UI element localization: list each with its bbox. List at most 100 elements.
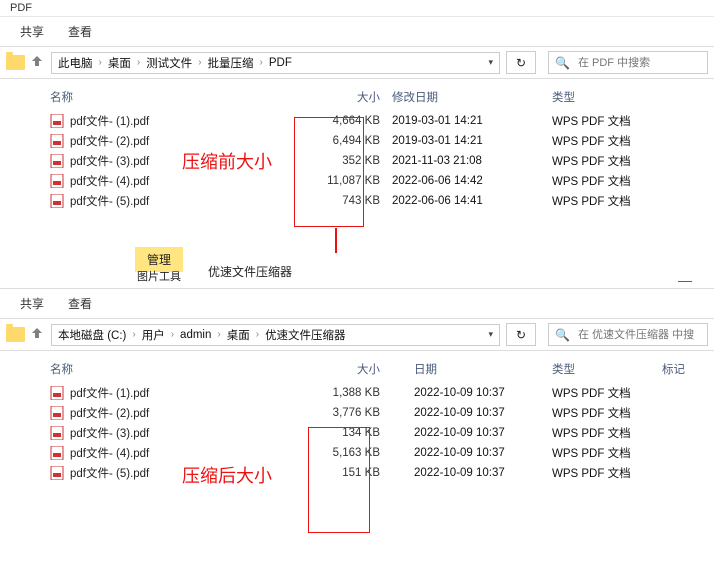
refresh-button[interactable]: ↻ <box>506 51 536 74</box>
breadcrumb-seg[interactable]: PDF <box>269 57 292 69</box>
col-type[interactable]: 类型 <box>552 89 662 105</box>
col-type[interactable]: 类型 <box>552 361 662 377</box>
breadcrumb-seg[interactable]: 桌面 <box>227 327 250 343</box>
search-icon: 🔍 <box>555 56 570 70</box>
file-list-after: 名称 大小 日期 类型 标记 pdf文件- (1).pdf 1,388 KB 2… <box>0 351 714 483</box>
breadcrumb[interactable]: 本地磁盘 (C:)› 用户› admin› 桌面› 优速文件压缩器 ▾ <box>51 324 500 346</box>
file-name: pdf文件- (4).pdf <box>70 445 149 461</box>
search-input[interactable] <box>576 328 714 342</box>
pdf-file-icon <box>50 194 64 208</box>
col-tag[interactable]: 标记 <box>662 361 712 377</box>
file-name: pdf文件- (5).pdf <box>70 465 149 481</box>
table-row[interactable]: pdf文件- (4).pdf 5,163 KB 2022-10-09 10:37… <box>50 443 714 463</box>
file-type: WPS PDF 文档 <box>552 173 662 189</box>
table-row[interactable]: pdf文件- (5).pdf 151 KB 2022-10-09 10:37 W… <box>50 463 714 483</box>
search-box[interactable]: 🔍 <box>548 51 708 74</box>
menu-share[interactable]: 共享 <box>20 23 44 40</box>
table-row[interactable]: pdf文件- (2).pdf 3,776 KB 2022-10-09 10:37… <box>50 403 714 423</box>
file-size: 11,087 KB <box>298 175 392 187</box>
file-explorer-window-after: 管理 图片工具 优速文件压缩器 — 共享 查看 本地磁盘 (C:)› 用户› a… <box>0 253 714 483</box>
chevron-down-icon[interactable]: ▾ <box>488 57 493 68</box>
table-row[interactable]: pdf文件- (3).pdf 352 KB 2021-11-03 21:08 W… <box>50 151 714 171</box>
pdf-file-icon <box>50 174 64 188</box>
file-type: WPS PDF 文档 <box>552 425 662 441</box>
refresh-button[interactable]: ↻ <box>506 323 536 346</box>
menu-view[interactable]: 查看 <box>68 23 92 40</box>
file-date: 2022-06-06 14:42 <box>392 175 552 187</box>
file-type: WPS PDF 文档 <box>552 385 662 401</box>
table-row[interactable]: pdf文件- (5).pdf 743 KB 2022-06-06 14:41 W… <box>50 191 714 211</box>
up-arrow-icon[interactable] <box>29 53 45 72</box>
table-row[interactable]: pdf文件- (3).pdf 134 KB 2022-10-09 10:37 W… <box>50 423 714 443</box>
file-size: 151 KB <box>298 467 392 479</box>
table-row[interactable]: pdf文件- (4).pdf 11,087 KB 2022-06-06 14:4… <box>50 171 714 191</box>
breadcrumb-seg[interactable]: 优速文件压缩器 <box>265 327 346 343</box>
window-title: 优速文件压缩器 <box>198 257 292 288</box>
file-type: WPS PDF 文档 <box>552 133 662 149</box>
file-size: 352 KB <box>298 155 392 167</box>
breadcrumb[interactable]: 此电脑› 桌面› 测试文件› 批量压缩› PDF ▾ <box>51 52 500 74</box>
file-date: 2019-03-01 14:21 <box>392 135 552 147</box>
col-date[interactable]: 修改日期 <box>392 89 552 105</box>
menu-bar: 共享 查看 <box>0 289 714 319</box>
col-size[interactable]: 大小 <box>298 361 392 377</box>
file-type: WPS PDF 文档 <box>552 193 662 209</box>
breadcrumb-seg[interactable]: 测试文件 <box>146 55 192 71</box>
file-type: WPS PDF 文档 <box>552 465 662 481</box>
file-type: WPS PDF 文档 <box>552 405 662 421</box>
column-headers: 名称 大小 日期 类型 标记 <box>0 355 714 383</box>
pdf-file-icon <box>50 114 64 128</box>
file-name: pdf文件- (3).pdf <box>70 425 149 441</box>
breadcrumb-seg[interactable]: 用户 <box>142 327 165 343</box>
breadcrumb-seg[interactable]: 此电脑 <box>58 55 93 71</box>
file-list-before: 名称 大小 修改日期 类型 pdf文件- (1).pdf 4,664 KB 20… <box>0 79 714 211</box>
file-size: 3,776 KB <box>298 407 392 419</box>
pdf-file-icon <box>50 154 64 168</box>
file-date: 2022-10-09 10:37 <box>392 387 552 399</box>
col-name[interactable]: 名称 <box>50 89 298 105</box>
breadcrumb-seg[interactable]: 批量压缩 <box>208 55 254 71</box>
file-date: 2022-10-09 10:37 <box>392 427 552 439</box>
file-name: pdf文件- (1).pdf <box>70 113 149 129</box>
search-box[interactable]: 🔍 <box>548 323 708 346</box>
file-date: 2022-06-06 14:41 <box>392 195 552 207</box>
up-arrow-icon[interactable] <box>29 325 45 344</box>
file-name: pdf文件- (4).pdf <box>70 173 149 189</box>
tab-pic-tools[interactable]: 图片工具 <box>137 266 181 288</box>
minimize-icon[interactable]: — <box>678 272 692 288</box>
refresh-icon: ↻ <box>516 56 526 70</box>
refresh-icon: ↻ <box>516 328 526 342</box>
column-headers: 名称 大小 修改日期 类型 <box>0 83 714 111</box>
pdf-file-icon <box>50 386 64 400</box>
file-name: pdf文件- (5).pdf <box>70 193 149 209</box>
breadcrumb-seg[interactable]: 桌面 <box>108 55 131 71</box>
col-size[interactable]: 大小 <box>298 89 392 105</box>
file-size: 743 KB <box>298 195 392 207</box>
chevron-down-icon[interactable]: ▾ <box>488 329 493 340</box>
breadcrumb-seg[interactable]: admin <box>180 329 211 341</box>
file-size: 134 KB <box>298 427 392 439</box>
file-explorer-window-before: PDF 共享 查看 此电脑› 桌面› 测试文件› 批量压缩› PDF ▾ ↻ 🔍… <box>0 0 714 211</box>
file-type: WPS PDF 文档 <box>552 153 662 169</box>
search-input[interactable] <box>576 56 714 70</box>
breadcrumb-seg[interactable]: 本地磁盘 (C:) <box>58 327 126 343</box>
pdf-file-icon <box>50 406 64 420</box>
col-name[interactable]: 名称 <box>50 361 298 377</box>
file-name: pdf文件- (3).pdf <box>70 153 149 169</box>
search-icon: 🔍 <box>555 328 570 342</box>
col-date[interactable]: 日期 <box>392 361 552 377</box>
menu-view[interactable]: 查看 <box>68 295 92 312</box>
file-date: 2021-11-03 21:08 <box>392 155 552 167</box>
pdf-file-icon <box>50 466 64 480</box>
table-row[interactable]: pdf文件- (2).pdf 6,494 KB 2019-03-01 14:21… <box>50 131 714 151</box>
file-date: 2022-10-09 10:37 <box>392 447 552 459</box>
pdf-file-icon <box>50 134 64 148</box>
table-row[interactable]: pdf文件- (1).pdf 4,664 KB 2019-03-01 14:21… <box>50 111 714 131</box>
file-date: 2022-10-09 10:37 <box>392 407 552 419</box>
file-type: WPS PDF 文档 <box>552 445 662 461</box>
annotation-after: 压缩后大小 <box>182 462 272 488</box>
table-row[interactable]: pdf文件- (1).pdf 1,388 KB 2022-10-09 10:37… <box>50 383 714 403</box>
menu-share[interactable]: 共享 <box>20 295 44 312</box>
file-size: 1,388 KB <box>298 387 392 399</box>
menu-bar: 共享 查看 <box>0 17 714 47</box>
